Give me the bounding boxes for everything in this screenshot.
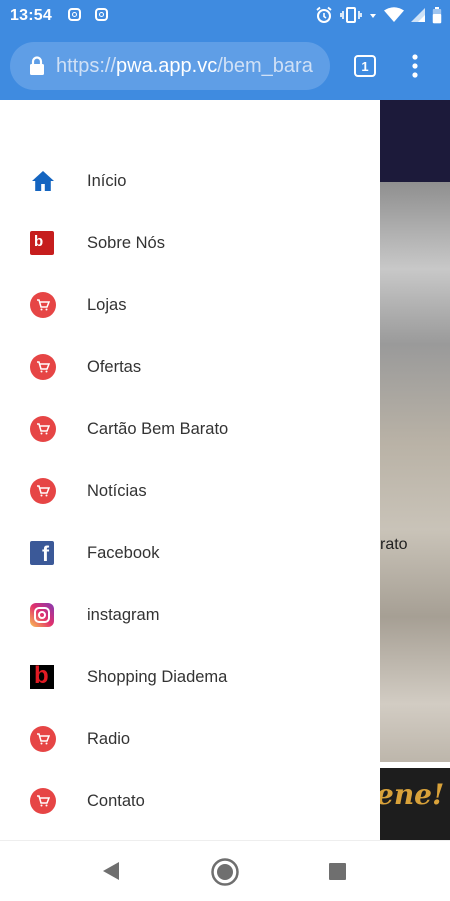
cart-icon [30,726,56,752]
status-time: 13:54 [10,7,52,24]
browser-toolbar: https://pwa.app.vc/bem_bara 1 [0,34,450,100]
background-page: rato ene! [380,100,450,840]
drawer-item-radio[interactable]: Radio [0,708,380,770]
drawer-item-label: Shopping Diadema [87,667,228,686]
page-footer-banner: ene! [380,768,450,840]
bem-barato-logo-icon: b [30,231,54,255]
cart-icon [30,478,56,504]
url-host: pwa.app.vc [116,54,218,77]
cart-icon [30,292,56,318]
home-button-icon[interactable] [210,857,240,887]
drawer-item-label: Lojas [87,295,127,314]
cart-icon [30,354,56,380]
url-scheme: https:// [56,54,117,77]
battery-icon [432,6,442,23]
drawer-item-cartao-bem-barato[interactable]: Cartão Bem Barato [0,398,380,460]
drawer-item-ofertas[interactable]: Ofertas [0,336,380,398]
drawer-item-label: Notícias [87,481,147,500]
banner-text: ene! [380,778,445,811]
status-bar: 13:54 [0,0,450,34]
system-navigation-bar [0,840,450,901]
shopping-diadema-logo-icon: b [30,662,54,689]
lock-icon [30,56,44,75]
data-arrows-icon [370,14,376,18]
drawer-item-label: Facebook [87,543,160,562]
navigation-drawer: Início b Sobre Nós Lojas Ofertas Cartão … [0,100,380,840]
recents-icon[interactable] [329,863,346,880]
drawer-item-sobre-nos[interactable]: b Sobre Nós [0,212,380,274]
url-path: /bem_bara [217,54,313,77]
instagram-icon [30,603,54,627]
overflow-menu-icon[interactable] [408,52,422,80]
drawer-item-instagram[interactable]: instagram [0,584,380,646]
drawer-item-contato[interactable]: Contato [0,770,380,832]
drawer-item-label: instagram [87,605,160,624]
page-partial-text: rato [380,536,408,553]
drawer-item-shopping-diadema[interactable]: b Shopping Diadema [0,646,380,708]
vibrate-icon [340,7,362,23]
facebook-icon: f [30,541,54,566]
drawer-item-label: Início [87,171,127,190]
back-icon[interactable] [101,861,121,881]
url-text[interactable]: https://pwa.app.vc/bem_bara [56,55,313,78]
drawer-item-inicio[interactable]: Início [0,150,380,212]
drawer-item-label: Radio [87,729,131,748]
alarm-icon [316,6,332,23]
instagram-notification-icon [95,8,108,21]
drawer-item-label: Ofertas [87,357,142,376]
drawer-item-facebook[interactable]: f Facebook [0,522,380,584]
drawer-item-noticias[interactable]: Notícias [0,460,380,522]
cart-icon [30,416,56,442]
wifi-icon [384,7,404,22]
status-icons [315,6,442,24]
address-bar[interactable]: https://pwa.app.vc/bem_bara [10,42,330,90]
page-header-dark [380,100,450,182]
tab-switcher-button[interactable]: 1 [354,55,376,77]
drawer-item-label: Contato [87,791,145,810]
drawer-item-lojas[interactable]: Lojas [0,274,380,336]
page-banner-image [380,182,450,762]
signal-icon [411,8,425,22]
cart-icon [30,788,56,814]
drawer-item-label: Sobre Nós [87,233,165,252]
home-icon [32,171,54,191]
drawer-item-label: Cartão Bem Barato [87,419,229,438]
instagram-notification-icon [68,8,81,21]
